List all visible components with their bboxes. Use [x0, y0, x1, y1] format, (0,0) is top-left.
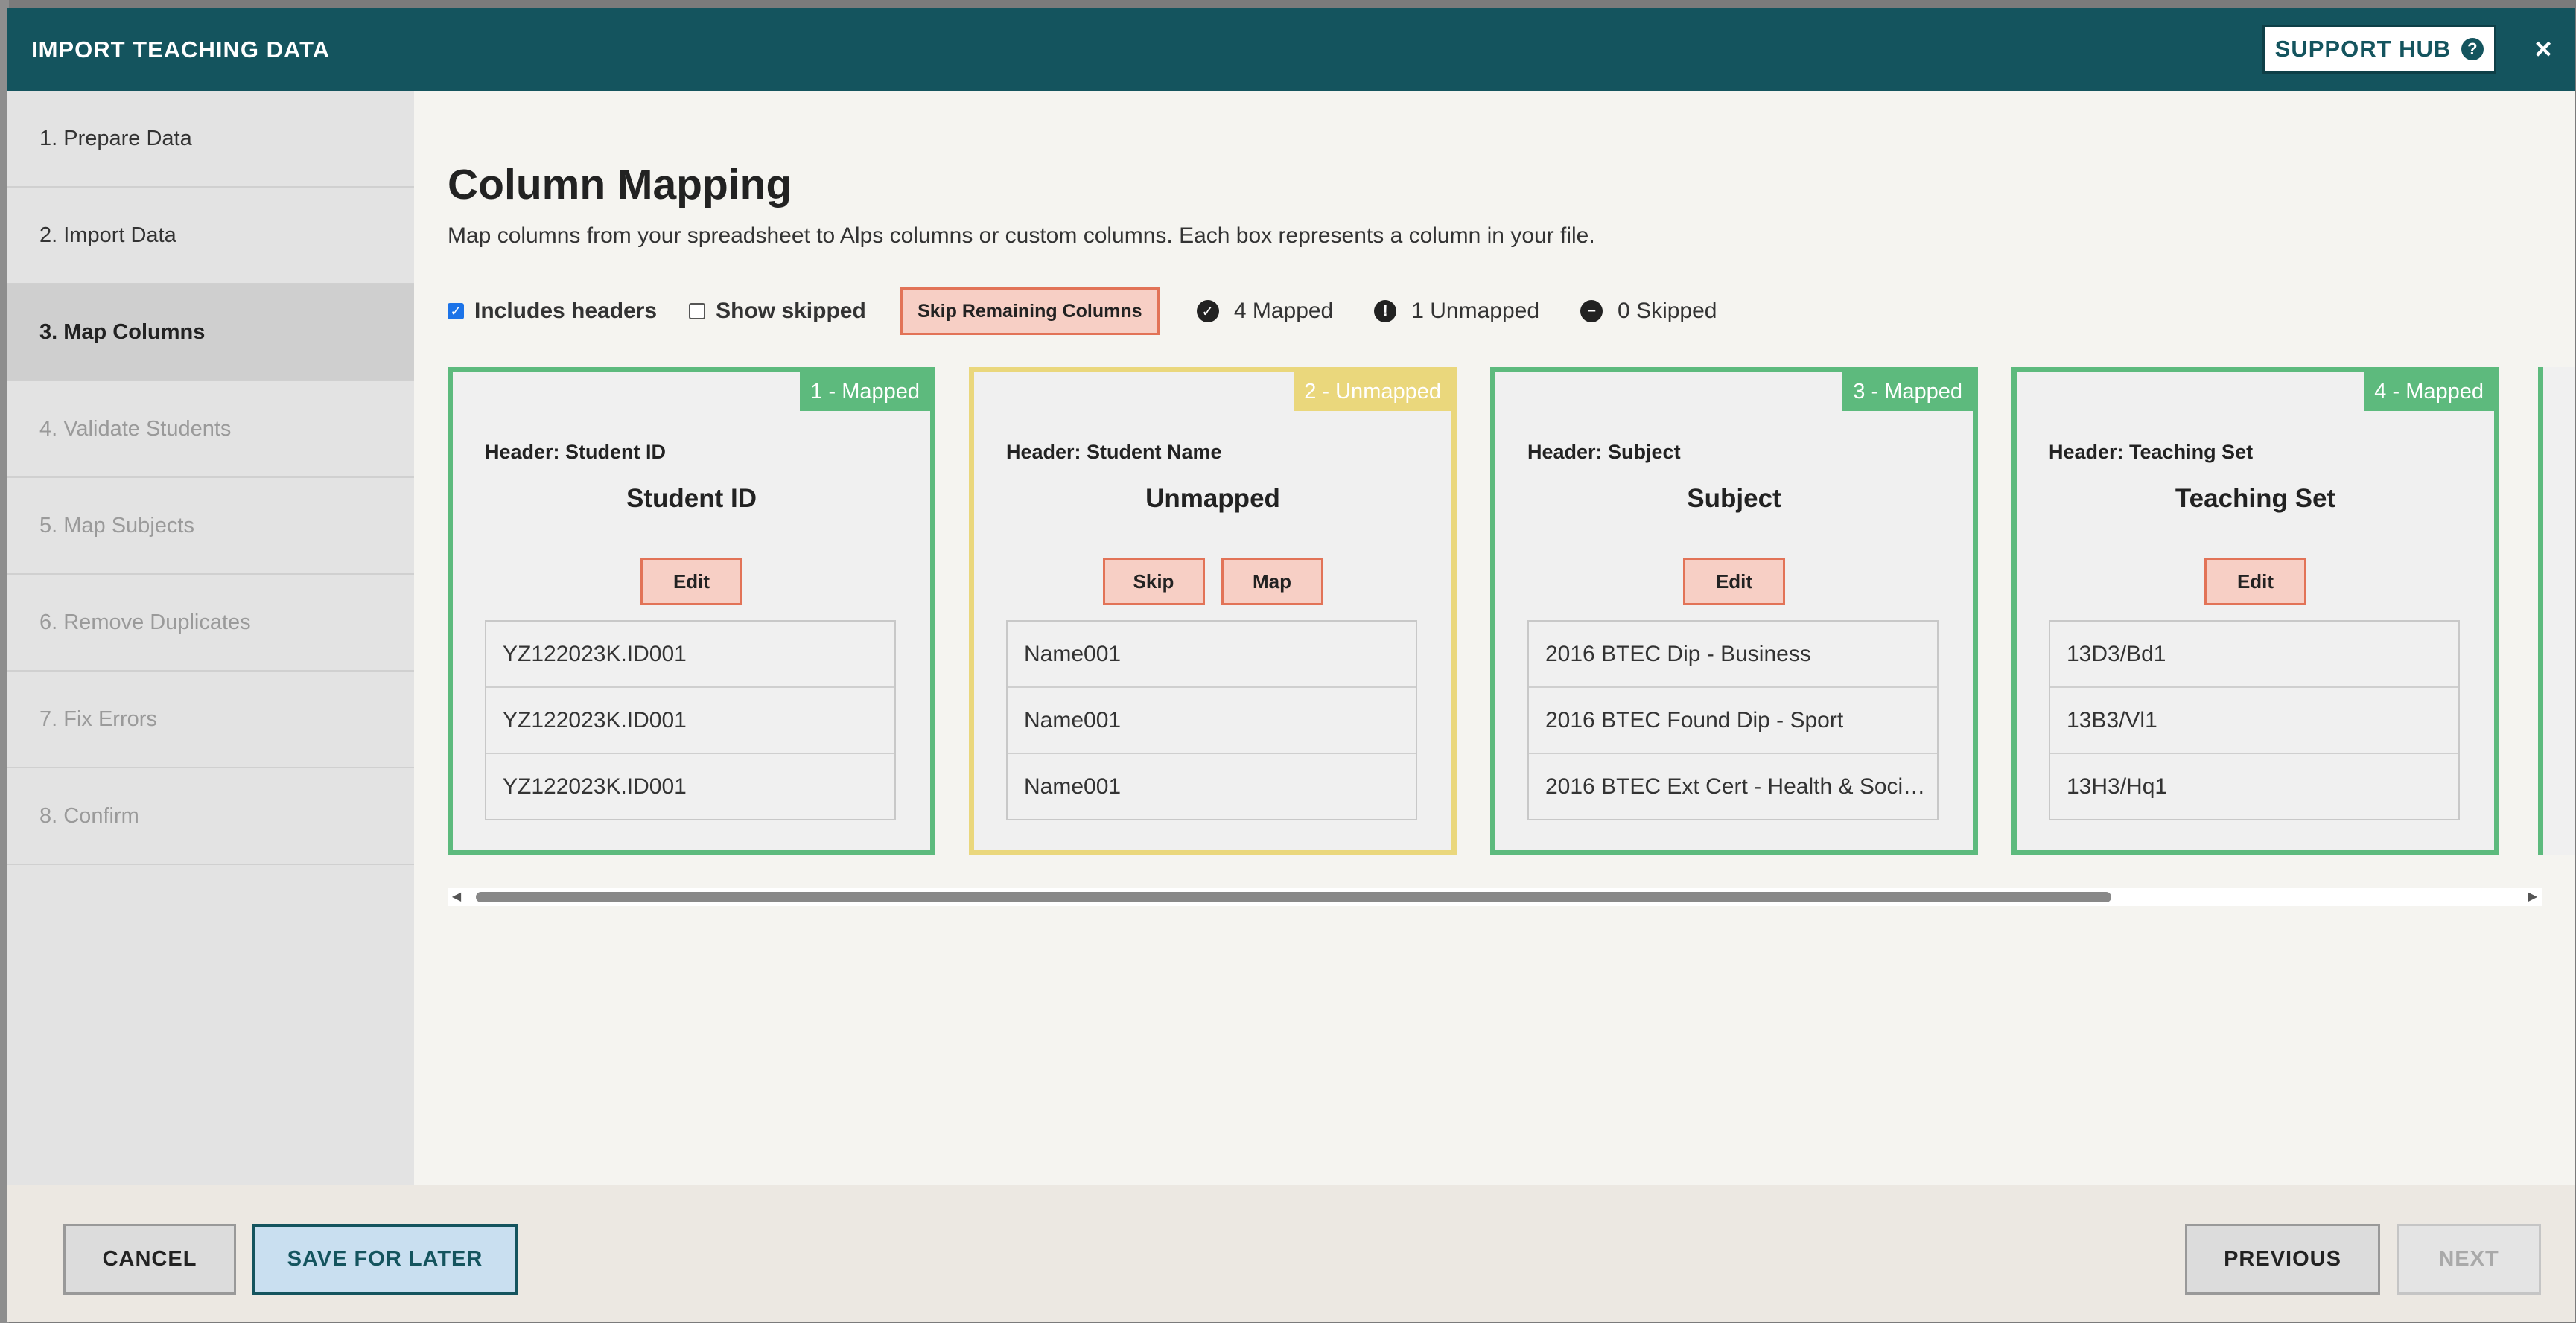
skip-remaining-columns-button[interactable]: Skip Remaining Columns — [900, 287, 1160, 335]
column-card-teaching-set: 4 - Mapped Header: Teaching Set Teaching… — [2011, 367, 2499, 855]
support-hub-label: SUPPORT HUB — [2274, 36, 2452, 62]
sidebar-step-confirm: 8. Confirm — [7, 768, 414, 865]
card-actions: Skip Map — [974, 558, 1451, 605]
sample-values: 2016 BTEC Dip - Business 2016 BTEC Found… — [1527, 620, 1939, 820]
scroll-left-icon[interactable]: ◀ — [448, 888, 465, 906]
sample-value: Name001 — [1008, 688, 1416, 754]
status-badge: 4 - Mapped — [2364, 372, 2494, 411]
edit-button[interactable]: Edit — [1683, 558, 1785, 605]
scrollbar-thumb[interactable] — [476, 892, 2111, 902]
sample-value: YZ122023K.ID001 — [503, 774, 687, 799]
next-button: NEXT — [2397, 1224, 2541, 1295]
cancel-button[interactable]: CANCEL — [63, 1224, 236, 1295]
mapped-count: ✓ 4 Mapped — [1196, 299, 1334, 324]
edit-button[interactable]: Edit — [2204, 558, 2306, 605]
mapping-toolbar: ✓ Includes headers Show skipped Skip Rem… — [448, 287, 1758, 335]
sample-value: 13D3/Bd1 — [2050, 622, 2458, 688]
map-button[interactable]: Map — [1221, 558, 1323, 605]
dialog-header: IMPORT TEACHING DATA SUPPORT HUB ? × — [7, 8, 2575, 91]
sidebar-step-map-columns[interactable]: 3. Map Columns — [7, 284, 414, 381]
unmapped-count-label: 1 Unmapped — [1411, 299, 1540, 323]
checkbox-unchecked-icon — [689, 303, 706, 319]
column-card-partial — [2538, 367, 2575, 855]
status-badge: 1 - Mapped — [800, 372, 930, 411]
sample-value: Name001 — [1008, 622, 1416, 688]
sidebar-step-map-subjects: 5. Map Subjects — [7, 478, 414, 575]
status-badge: 3 - Mapped — [1842, 372, 1973, 411]
previous-button[interactable]: PREVIOUS — [2185, 1224, 2380, 1295]
page-title: Column Mapping — [448, 161, 792, 208]
minus-circle-icon: − — [1580, 300, 1603, 322]
main-panel: Column Mapping Map columns from your spr… — [414, 91, 2575, 1185]
save-for-later-button[interactable]: SAVE FOR LATER — [252, 1224, 518, 1295]
card-actions: Edit — [453, 558, 930, 605]
sample-value: YZ122023K.ID001 — [486, 622, 894, 688]
sidebar-step-fix-errors: 7. Fix Errors — [7, 672, 414, 768]
column-card-student-name: 2 - Unmapped Header: Student Name Unmapp… — [969, 367, 1457, 855]
support-hub-button[interactable]: SUPPORT HUB ? — [2262, 25, 2496, 74]
scroll-right-icon[interactable]: ▶ — [2524, 888, 2542, 906]
skipped-count: − 0 Skipped — [1580, 299, 1717, 324]
mapped-count-label: 4 Mapped — [1233, 299, 1334, 323]
dialog-title: IMPORT TEACHING DATA — [31, 36, 331, 63]
mapped-column-name: Student ID — [626, 484, 757, 513]
import-dialog: IMPORT TEACHING DATA SUPPORT HUB ? × 1. … — [7, 8, 2575, 1322]
check-circle-icon: ✓ — [1196, 300, 1219, 322]
mapped-column-name: Subject — [1687, 484, 1781, 513]
show-skipped-checkbox[interactable]: Show skipped — [689, 299, 866, 324]
sample-value: YZ122023K.ID001 — [486, 688, 894, 754]
sample-value: 2016 BTEC Dip - Business — [1529, 622, 1937, 688]
unmapped-count: ! 1 Unmapped — [1374, 299, 1539, 324]
includes-headers-checkbox[interactable]: ✓ Includes headers — [448, 299, 657, 324]
sidebar-step-remove-duplicates: 6. Remove Duplicates — [7, 575, 414, 672]
help-icon: ? — [2461, 38, 2484, 60]
sample-values: 13D3/Bd1 13B3/Vl1 13H3/Hq1 — [2049, 620, 2460, 820]
sample-value: 2016 BTEC Ext Cert - Health & Social Car… — [1545, 774, 1937, 799]
sample-value: 13B3/Vl1 — [2050, 688, 2458, 754]
horizontal-scrollbar[interactable]: ◀ ▶ — [448, 888, 2542, 906]
show-skipped-label: Show skipped — [716, 299, 866, 323]
steps-sidebar: 1. Prepare Data 2. Import Data 3. Map Co… — [7, 91, 414, 1185]
sidebar-step-import-data[interactable]: 2. Import Data — [7, 188, 414, 284]
exclamation-circle-icon: ! — [1374, 300, 1397, 322]
sample-values: YZ122023K.ID001 YZ122023K.ID001 YZ122023… — [485, 620, 896, 820]
includes-headers-label: Includes headers — [474, 299, 658, 323]
column-header-label: Header: Student ID — [485, 441, 667, 463]
skipped-count-label: 0 Skipped — [1618, 299, 1717, 323]
mapped-column-name: Unmapped — [1145, 484, 1280, 513]
status-badge: 2 - Unmapped — [1294, 372, 1451, 411]
column-header-label: Header: Teaching Set — [2049, 441, 2254, 463]
sample-value: 2016 BTEC Found Dip - Sport — [1529, 688, 1937, 754]
dialog-footer: CANCEL SAVE FOR LATER PREVIOUS NEXT — [7, 1185, 2575, 1322]
sample-value: Name001 — [1024, 774, 1122, 799]
close-button[interactable]: × — [2525, 29, 2562, 70]
card-actions: Edit — [1495, 558, 1973, 605]
card-actions: Edit — [2017, 558, 2494, 605]
sidebar-step-prepare-data[interactable]: 1. Prepare Data — [7, 91, 414, 188]
checkbox-checked-icon: ✓ — [448, 303, 464, 319]
skip-button[interactable]: Skip — [1102, 558, 1205, 605]
column-card-subject: 3 - Mapped Header: Subject Subject Edit … — [1490, 367, 1978, 855]
column-cards: 1 - Mapped Header: Student ID Student ID… — [448, 367, 2575, 855]
page-description: Map columns from your spreadsheet to Alp… — [448, 223, 1595, 248]
sample-value: 13H3/Hq1 — [2067, 774, 2168, 799]
mapped-column-name: Teaching Set — [2175, 484, 2336, 513]
column-card-student-id: 1 - Mapped Header: Student ID Student ID… — [448, 367, 935, 855]
column-header-label: Header: Student Name — [1006, 441, 1222, 463]
sidebar-step-validate-students: 4. Validate Students — [7, 381, 414, 478]
edit-button[interactable]: Edit — [640, 558, 742, 605]
column-header-label: Header: Subject — [1527, 441, 1681, 463]
sample-values: Name001 Name001 Name001 — [1006, 620, 1417, 820]
